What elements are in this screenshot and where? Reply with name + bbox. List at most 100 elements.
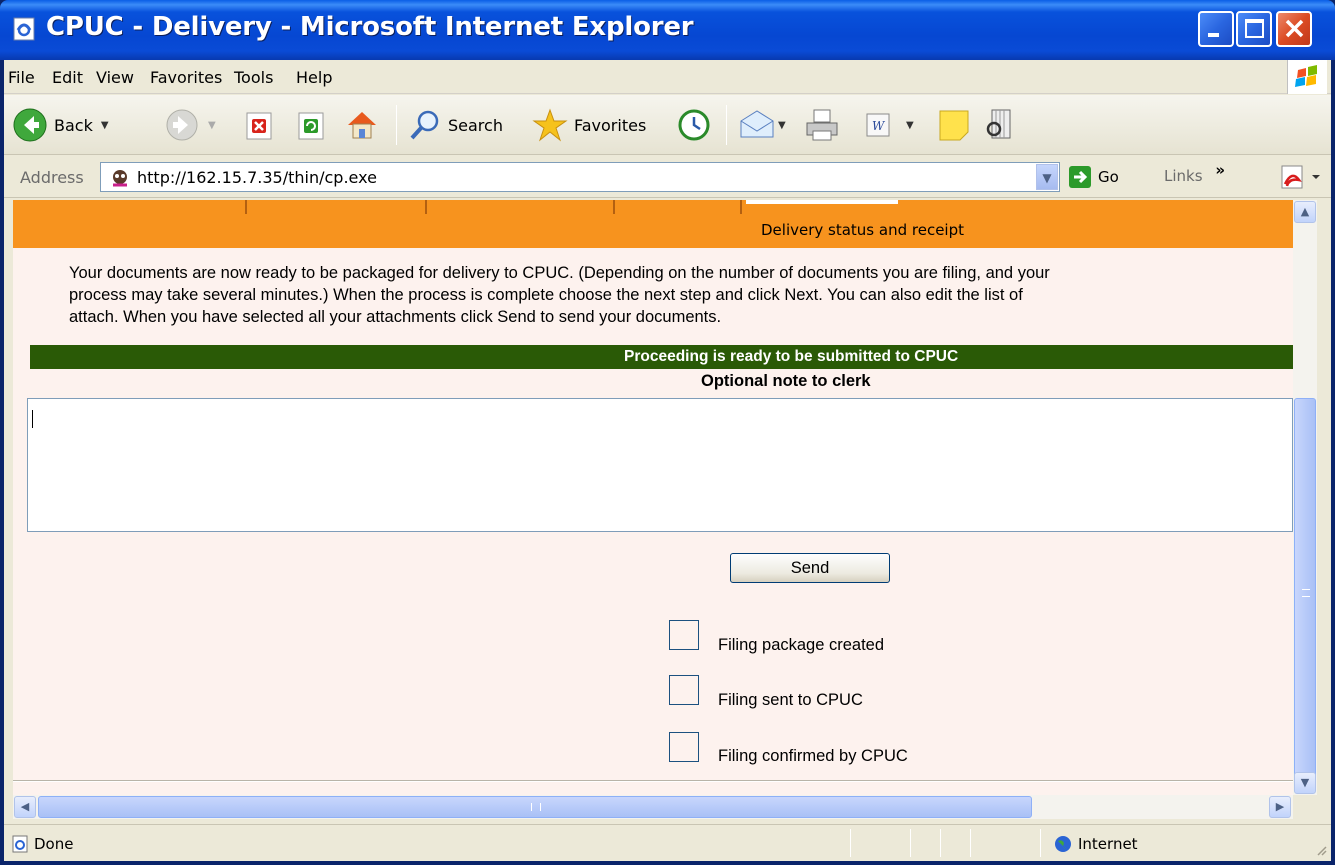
print-button[interactable] [804, 103, 840, 147]
horizontal-scrollbar[interactable]: ◀ ▶ [13, 795, 1293, 819]
stop-button[interactable] [244, 103, 276, 147]
scroll-right-icon[interactable]: ▶ [1269, 796, 1291, 818]
instructions-line: Your documents are now ready to be packa… [69, 264, 1050, 282]
step-header-bar: Delivery status and receipt [13, 214, 1293, 248]
toolbar-separator [396, 105, 397, 145]
back-button[interactable]: Back ▼ [12, 103, 109, 147]
address-input[interactable]: http://162.15.7.35/thin/cp.exe ▼ [100, 162, 1060, 192]
standard-toolbar: Back ▼ ▼ Search Favorites ▼ W ▼ [4, 95, 1331, 155]
browser-frame: File Edit View Favorites Tools Help Back… [4, 60, 1331, 861]
research-button[interactable] [982, 103, 1018, 147]
favorites-button[interactable]: Favorites [532, 103, 646, 147]
word-document-icon: W [866, 113, 890, 137]
step-label-confirmed: Filing confirmed by CPUC [718, 747, 908, 765]
address-label: Address [20, 168, 84, 187]
history-icon [678, 109, 710, 141]
page-divider [13, 780, 1293, 782]
forward-button[interactable]: ▼ [164, 103, 216, 147]
note-to-clerk-input[interactable] [27, 398, 1293, 532]
search-icon [410, 110, 439, 140]
status-banner: Proceeding is ready to be submitted to C… [30, 345, 1293, 369]
back-dropdown-icon[interactable]: ▼ [101, 120, 109, 131]
stop-icon [246, 112, 272, 140]
scroll-grip-icon [531, 803, 541, 811]
research-icon [986, 109, 1011, 139]
security-zone[interactable]: Internet [1054, 835, 1138, 853]
menu-favorites[interactable]: Favorites [150, 68, 222, 87]
instructions-line: attach. When you have selected all your … [69, 308, 722, 326]
status-banner-text: Proceeding is ready to be submitted to C… [624, 348, 959, 365]
menu-file[interactable]: File [8, 68, 35, 87]
links-toolbar[interactable]: Links » [1164, 161, 1225, 185]
vertical-scroll-thumb[interactable] [1294, 398, 1316, 790]
toolbar-separator [726, 105, 727, 145]
scroll-down-icon[interactable]: ▼ [1294, 772, 1316, 794]
mail-dropdown-icon[interactable]: ▼ [778, 120, 786, 131]
maximize-icon [1245, 19, 1264, 38]
page-viewport: Delivery status and receipt Your documen… [13, 200, 1293, 795]
go-arrow-icon [1069, 166, 1091, 188]
search-label: Search [448, 115, 503, 135]
acrobat-icon[interactable] [1280, 165, 1326, 189]
maximize-button[interactable] [1236, 11, 1272, 47]
forward-dropdown-icon[interactable]: ▼ [208, 120, 216, 131]
send-button[interactable]: Send [730, 553, 890, 583]
back-label: Back [54, 115, 93, 135]
edit-word-button[interactable]: W ▼ [864, 103, 914, 147]
step-tabs [13, 200, 1293, 214]
menu-tools[interactable]: Tools [234, 68, 273, 87]
forward-arrow-icon [166, 109, 198, 141]
note-label: Optional note to clerk [701, 372, 871, 390]
address-bar: Address http://162.15.7.35/thin/cp.exe ▼… [4, 156, 1331, 198]
favorites-label: Favorites [574, 115, 647, 135]
chevron-more-icon[interactable]: » [1215, 161, 1225, 179]
search-button[interactable]: Search [408, 103, 503, 147]
refresh-icon [298, 112, 324, 140]
minimize-icon [1208, 33, 1219, 37]
menu-edit[interactable]: Edit [52, 68, 83, 87]
active-step-label: Delivery status and receipt [761, 221, 964, 239]
mail-button[interactable]: ▼ [738, 103, 786, 147]
go-label: Go [1098, 168, 1119, 186]
discuss-button[interactable] [938, 103, 970, 147]
globe-icon [1055, 836, 1071, 852]
menu-bar: File Edit View Favorites Tools Help [4, 60, 1331, 94]
vertical-scrollbar[interactable]: ▲ ▼ [1293, 200, 1317, 795]
close-button[interactable] [1276, 11, 1312, 47]
edit-dropdown-icon[interactable]: ▼ [906, 120, 914, 131]
status-text: Done [34, 835, 74, 853]
go-button[interactable]: Go [1068, 165, 1119, 189]
home-button[interactable] [344, 103, 380, 147]
menu-view[interactable]: View [96, 68, 134, 87]
back-arrow-icon [13, 108, 47, 142]
address-dropdown-icon[interactable]: ▼ [1036, 164, 1058, 190]
title-bar[interactable]: CPUC - Delivery - Microsoft Internet Exp… [0, 0, 1335, 60]
printer-icon [806, 109, 838, 141]
svg-text:W: W [872, 119, 886, 133]
minimize-button[interactable] [1198, 11, 1234, 47]
instructions-line: process may take several minutes.) When … [69, 286, 1023, 304]
active-tab-top [746, 200, 898, 204]
scroll-left-icon[interactable]: ◀ [14, 796, 36, 818]
step-label-package-created: Filing package created [718, 636, 885, 654]
status-bar: Done Internet [4, 824, 1331, 861]
favorites-star-icon [532, 108, 568, 142]
page-done-icon [12, 835, 28, 853]
links-label: Links [1164, 167, 1203, 185]
zone-label: Internet [1078, 835, 1138, 853]
ie-window-icon[interactable] [12, 14, 38, 42]
scroll-up-icon[interactable]: ▲ [1294, 201, 1316, 223]
menu-help[interactable]: Help [296, 68, 332, 87]
horizontal-scroll-thumb[interactable] [38, 796, 1032, 818]
step-checkbox-sent [669, 675, 699, 705]
refresh-button[interactable] [296, 103, 328, 147]
page-icon [113, 170, 127, 187]
close-icon [1285, 19, 1304, 38]
mail-icon [740, 110, 774, 138]
history-button[interactable] [676, 103, 712, 147]
home-icon [348, 112, 376, 139]
sticky-note-icon [939, 110, 969, 141]
resize-grip-icon[interactable] [1316, 845, 1328, 857]
windows-flag-logo [1287, 60, 1327, 94]
window-title: CPUC - Delivery - Microsoft Internet Exp… [46, 12, 694, 42]
